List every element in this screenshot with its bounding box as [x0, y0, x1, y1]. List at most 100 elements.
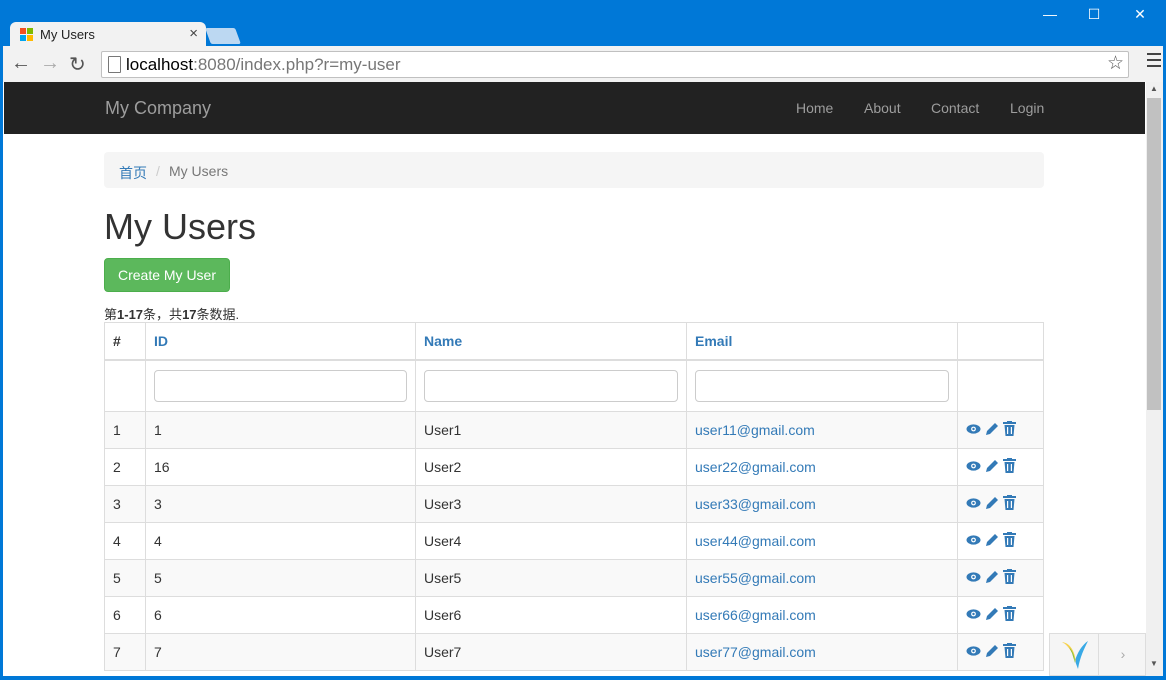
sort-name-link[interactable]: Name: [424, 333, 462, 349]
row-actions-cell: [957, 596, 1044, 634]
filter-email-input[interactable]: [695, 370, 949, 402]
eye-icon[interactable]: [966, 644, 981, 660]
tab-close-icon[interactable]: ×: [189, 25, 198, 42]
eye-icon[interactable]: [966, 496, 981, 512]
row-email-cell[interactable]: user22@gmail.com: [686, 448, 958, 486]
row-id-cell: 5: [145, 559, 416, 597]
filter-cell-name: [415, 359, 687, 412]
navbar-brand[interactable]: My Company: [105, 98, 211, 119]
row-number-cell: 7: [104, 633, 146, 671]
debug-toolbar-toggle[interactable]: ›: [1098, 634, 1147, 675]
table-row: 2 16 User2 user22@gmail.com: [104, 448, 1044, 486]
filter-cell-actions: [957, 359, 1044, 412]
row-email-cell[interactable]: user55@gmail.com: [686, 559, 958, 597]
maximize-button[interactable]: ☐: [1071, 6, 1117, 23]
breadcrumb-current: My Users: [169, 163, 229, 179]
nav-link-home[interactable]: Home: [796, 100, 833, 116]
eye-icon[interactable]: [966, 422, 981, 438]
table-row: 4 4 User4 user44@gmail.com: [104, 522, 1044, 560]
pencil-icon[interactable]: [985, 496, 999, 513]
pencil-icon[interactable]: [985, 533, 999, 550]
minimize-button[interactable]: —: [1027, 6, 1073, 22]
bookmark-star-icon[interactable]: ☆: [1107, 52, 1124, 75]
pencil-icon[interactable]: [985, 459, 999, 476]
row-email-cell[interactable]: user77@gmail.com: [686, 633, 958, 671]
url-text[interactable]: localhost:8080/index.php?r=my-user: [126, 55, 401, 75]
users-grid: # ID Name Email 1 1 User1 user11@gmail.com 2…: [104, 322, 1044, 671]
column-header-id[interactable]: ID: [145, 322, 416, 361]
trash-icon[interactable]: [1003, 569, 1016, 587]
row-name-cell: User3: [415, 485, 687, 523]
row-name-cell: User7: [415, 633, 687, 671]
create-user-button[interactable]: Create My User: [104, 258, 230, 292]
filter-name-input[interactable]: [424, 370, 678, 402]
yii-debug-toolbar[interactable]: ›: [1049, 633, 1146, 676]
sort-email-link[interactable]: Email: [695, 333, 732, 349]
scroll-thumb[interactable]: [1147, 98, 1161, 410]
trash-icon[interactable]: [1003, 532, 1016, 550]
column-header-email[interactable]: Email: [686, 322, 958, 361]
nav-link-about[interactable]: About: [864, 100, 901, 116]
close-window-button[interactable]: ✕: [1117, 6, 1163, 23]
row-email-cell[interactable]: user33@gmail.com: [686, 485, 958, 523]
grid-summary: 第1-17条，共17条数据.: [104, 307, 240, 322]
trash-icon[interactable]: [1003, 421, 1016, 439]
row-id-cell: 4: [145, 522, 416, 560]
yii-logo-icon[interactable]: [1060, 639, 1090, 671]
row-name-cell: User5: [415, 559, 687, 597]
eye-icon[interactable]: [966, 607, 981, 623]
back-button[interactable]: ←: [11, 52, 31, 75]
row-email-cell[interactable]: user66@gmail.com: [686, 596, 958, 634]
nav-link-login[interactable]: Login: [1010, 100, 1044, 116]
scroll-down-arrow-icon[interactable]: ▼: [1150, 659, 1158, 668]
column-header-actions: [957, 322, 1044, 361]
row-id-cell: 1: [145, 411, 416, 449]
filter-cell-email: [686, 359, 958, 412]
windows-favicon-icon: [20, 28, 34, 42]
page-viewport: My Company Home About Contact Login 首页 /…: [3, 82, 1146, 676]
table-row: 6 6 User6 user66@gmail.com: [104, 596, 1044, 634]
nav-link-contact[interactable]: Contact: [931, 100, 979, 116]
table-row: 3 3 User3 user33@gmail.com: [104, 485, 1044, 523]
eye-icon[interactable]: [966, 533, 981, 549]
row-actions-cell: [957, 411, 1044, 449]
trash-icon[interactable]: [1003, 643, 1016, 661]
row-email-cell[interactable]: user44@gmail.com: [686, 522, 958, 560]
trash-icon[interactable]: [1003, 495, 1016, 513]
pencil-icon[interactable]: [985, 422, 999, 439]
address-bar[interactable]: localhost:8080/index.php?r=my-user ☆: [101, 51, 1129, 78]
forward-button[interactable]: →: [40, 52, 60, 75]
table-row: 1 1 User1 user11@gmail.com: [104, 411, 1044, 449]
row-id-cell: 3: [145, 485, 416, 523]
browser-tab[interactable]: My Users ×: [10, 22, 206, 48]
eye-icon[interactable]: [966, 459, 981, 475]
row-number-cell: 4: [104, 522, 146, 560]
tab-title: My Users: [40, 27, 95, 42]
reload-button[interactable]: ↻: [69, 52, 86, 77]
breadcrumb-separator: /: [156, 163, 160, 179]
row-name-cell: User1: [415, 411, 687, 449]
table-row: 5 5 User5 user55@gmail.com: [104, 559, 1044, 597]
filter-id-input[interactable]: [154, 370, 407, 402]
trash-icon[interactable]: [1003, 606, 1016, 624]
sort-id-link[interactable]: ID: [154, 333, 168, 349]
pencil-icon[interactable]: [985, 570, 999, 587]
new-tab-button[interactable]: [205, 28, 241, 44]
row-email-cell[interactable]: user11@gmail.com: [686, 411, 958, 449]
page-title: My Users: [104, 206, 256, 247]
row-number-cell: 3: [104, 485, 146, 523]
eye-icon[interactable]: [966, 570, 981, 586]
pencil-icon[interactable]: [985, 607, 999, 624]
row-number-cell: 5: [104, 559, 146, 597]
row-number-cell: 2: [104, 448, 146, 486]
browser-menu-icon[interactable]: [1147, 53, 1161, 71]
row-actions-cell: [957, 559, 1044, 597]
row-name-cell: User4: [415, 522, 687, 560]
pencil-icon[interactable]: [985, 644, 999, 661]
column-header-name[interactable]: Name: [415, 322, 687, 361]
vertical-scrollbar[interactable]: ▲ ▼: [1146, 82, 1163, 676]
filter-cell-number: [104, 359, 146, 412]
trash-icon[interactable]: [1003, 458, 1016, 476]
scroll-up-arrow-icon[interactable]: ▲: [1150, 84, 1158, 93]
breadcrumb-home-link[interactable]: 首页: [119, 163, 147, 183]
